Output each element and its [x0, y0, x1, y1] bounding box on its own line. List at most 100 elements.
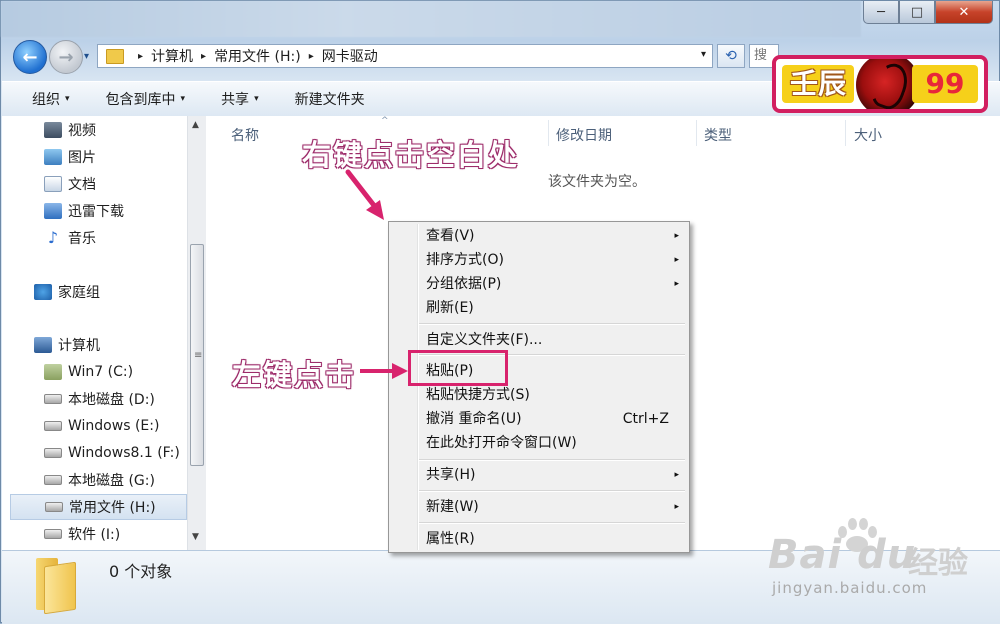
sidebar-item-label: Win7 (C:): [68, 364, 134, 380]
breadcrumb-drive-h[interactable]: 常用文件 (H:): [214, 46, 301, 66]
maximize-button[interactable]: □: [899, 1, 935, 24]
sidebar-item-drive-c[interactable]: Win7 (C:): [44, 359, 207, 385]
sidebar-item-label: 本地磁盘 (D:): [68, 392, 155, 408]
sidebar-item-label: Windows8.1 (F:): [68, 445, 180, 461]
column-divider[interactable]: [845, 120, 846, 146]
menu-item-view[interactable]: 查看(V) ▸: [389, 224, 689, 248]
context-menu: 查看(V) ▸ 排序方式(O) ▸ 分组依据(P) ▸ 刷新(E) 自定义文件夹…: [388, 221, 690, 553]
sidebar-scrollbar[interactable]: ▲ ≡ ▼: [187, 116, 206, 550]
sidebar-item-label: 家庭组: [58, 285, 100, 301]
close-button[interactable]: ✕: [935, 1, 993, 24]
drive-icon: [44, 448, 62, 458]
sidebar-item-music[interactable]: ♪ 音乐: [44, 225, 207, 251]
minimize-button[interactable]: ─: [863, 1, 899, 24]
paste-highlight-box: [408, 350, 508, 386]
sidebar-item-drive-e[interactable]: Windows (E:): [44, 413, 207, 439]
breadcrumb-current-folder[interactable]: 网卡驱动: [322, 46, 378, 66]
sidebar-item-drive-d[interactable]: 本地磁盘 (D:): [44, 386, 207, 412]
sidebar-item-videos[interactable]: 视频: [44, 117, 207, 143]
address-dropdown-button[interactable]: ▾: [701, 49, 706, 60]
sidebar-item-label: 文档: [68, 177, 96, 193]
menu-item-sort-by[interactable]: 排序方式(O) ▸: [389, 248, 689, 272]
menu-item-label: 属性(R): [426, 531, 475, 547]
submenu-arrow-icon: ▸: [674, 231, 679, 241]
address-bar[interactable]: ▸ 计算机 ▸ 常用文件 (H:) ▸ 网卡驱动 ▾: [97, 44, 713, 68]
scroll-down-button[interactable]: ▼: [192, 532, 199, 542]
badge-number: 99: [912, 65, 978, 103]
menu-item-label: 在此处打开命令窗口(W): [426, 435, 577, 451]
menu-item-label: 撤消 重命名(U): [426, 411, 522, 427]
new-folder-button[interactable]: 新建文件夹: [295, 89, 365, 109]
menu-item-share-with[interactable]: 共享(H) ▸: [389, 463, 689, 487]
new-folder-label: 新建文件夹: [294, 92, 365, 108]
folder-icon: [36, 558, 78, 615]
menu-item-open-command-window[interactable]: 在此处打开命令窗口(W): [389, 431, 689, 455]
folder-icon: [106, 48, 124, 64]
sidebar-item-documents[interactable]: 文档: [44, 171, 207, 197]
include-in-library-menu[interactable]: 包含到库中 ▾: [106, 89, 186, 109]
sidebar-item-label: 软件 (I:): [68, 527, 121, 543]
sidebar-item-drive-f[interactable]: Windows8.1 (F:): [44, 440, 207, 466]
menu-item-undo-rename[interactable]: 撤消 重命名(U) Ctrl+Z: [389, 407, 689, 431]
sidebar-item-label: 常用文件 (H:): [69, 500, 156, 516]
baidu-jingyan-watermark: Bai du 经验 jingyan.baidu.com: [768, 516, 988, 606]
breadcrumb-separator[interactable]: ▸: [138, 51, 143, 62]
submenu-arrow-icon: ▸: [674, 279, 679, 289]
menu-item-label: 新建(W): [426, 499, 479, 515]
sidebar-item-computer[interactable]: 计算机: [34, 332, 207, 358]
back-button[interactable]: ←: [13, 40, 47, 74]
column-header-name[interactable]: 名称: [231, 125, 259, 145]
column-divider[interactable]: [548, 120, 549, 146]
watermark-brand: Bai du: [768, 532, 917, 578]
empty-folder-message: 该文件夹为空。: [548, 174, 646, 190]
computer-icon: [34, 337, 52, 353]
menu-separator: [419, 459, 685, 461]
breadcrumb-separator[interactable]: ▸: [309, 51, 314, 62]
sidebar-item-drive-g[interactable]: 本地磁盘 (G:): [44, 467, 207, 493]
menu-item-refresh[interactable]: 刷新(E): [389, 296, 689, 320]
sidebar-item-label: 图片: [68, 150, 96, 166]
breadcrumb-separator[interactable]: ▸: [201, 51, 206, 62]
drive-icon: [44, 529, 62, 539]
menu-item-group-by[interactable]: 分组依据(P) ▸: [389, 272, 689, 296]
sidebar-item-label: 视频: [68, 123, 96, 139]
sidebar-item-drive-h[interactable]: 常用文件 (H:): [10, 494, 187, 520]
organize-menu[interactable]: 组织 ▾: [32, 89, 70, 109]
annotation-right-click: 右键点击空白处: [302, 138, 520, 172]
column-header-size[interactable]: 大小: [854, 125, 882, 145]
submenu-arrow-icon: ▸: [674, 255, 679, 265]
column-header-type[interactable]: 类型: [704, 125, 732, 145]
title-bar[interactable]: [1, 1, 861, 37]
sidebar-item-homegroup[interactable]: 家庭组: [34, 279, 207, 305]
sidebar-item-pictures[interactable]: 图片: [44, 144, 207, 170]
download-icon: [44, 203, 62, 219]
watermark-jingyan: 经验: [908, 546, 968, 581]
scroll-up-button[interactable]: ▲: [192, 120, 199, 130]
menu-item-paste-shortcut[interactable]: 粘贴快捷方式(S): [389, 383, 689, 407]
column-header-date-modified[interactable]: 修改日期: [556, 125, 612, 145]
menu-item-properties[interactable]: 属性(R): [389, 527, 689, 551]
include-in-library-label: 包含到库中: [105, 92, 176, 108]
system-drive-icon: [44, 364, 62, 380]
menu-item-label: 排序方式(O): [426, 252, 504, 268]
forward-arrow-icon: →: [58, 46, 74, 68]
sidebar-item-drive-i[interactable]: 软件 (I:): [44, 521, 207, 547]
menu-item-label: 自定义文件夹(F)...: [426, 332, 543, 348]
drive-icon: [45, 502, 63, 512]
breadcrumb-computer[interactable]: 计算机: [151, 46, 193, 66]
refresh-button[interactable]: ⟲: [717, 44, 745, 68]
menu-item-customize-folder[interactable]: 自定义文件夹(F)...: [389, 328, 689, 352]
scrollbar-thumb[interactable]: ≡: [190, 244, 204, 466]
back-arrow-icon: ←: [22, 46, 38, 68]
menu-item-new[interactable]: 新建(W) ▸: [389, 495, 689, 519]
window-controls: ─ □ ✕: [863, 1, 993, 24]
grip-icon: ≡: [194, 350, 203, 361]
share-menu[interactable]: 共享 ▾: [221, 89, 259, 109]
sidebar-item-downloads[interactable]: 迅雷下载: [44, 198, 207, 224]
column-divider[interactable]: [696, 120, 697, 146]
item-count: 0 个对象: [109, 562, 173, 581]
forward-button[interactable]: →: [49, 40, 83, 74]
recent-pages-button[interactable]: ▾: [84, 51, 89, 62]
organize-label: 组织: [32, 92, 60, 108]
sidebar-item-label: 计算机: [58, 338, 100, 354]
